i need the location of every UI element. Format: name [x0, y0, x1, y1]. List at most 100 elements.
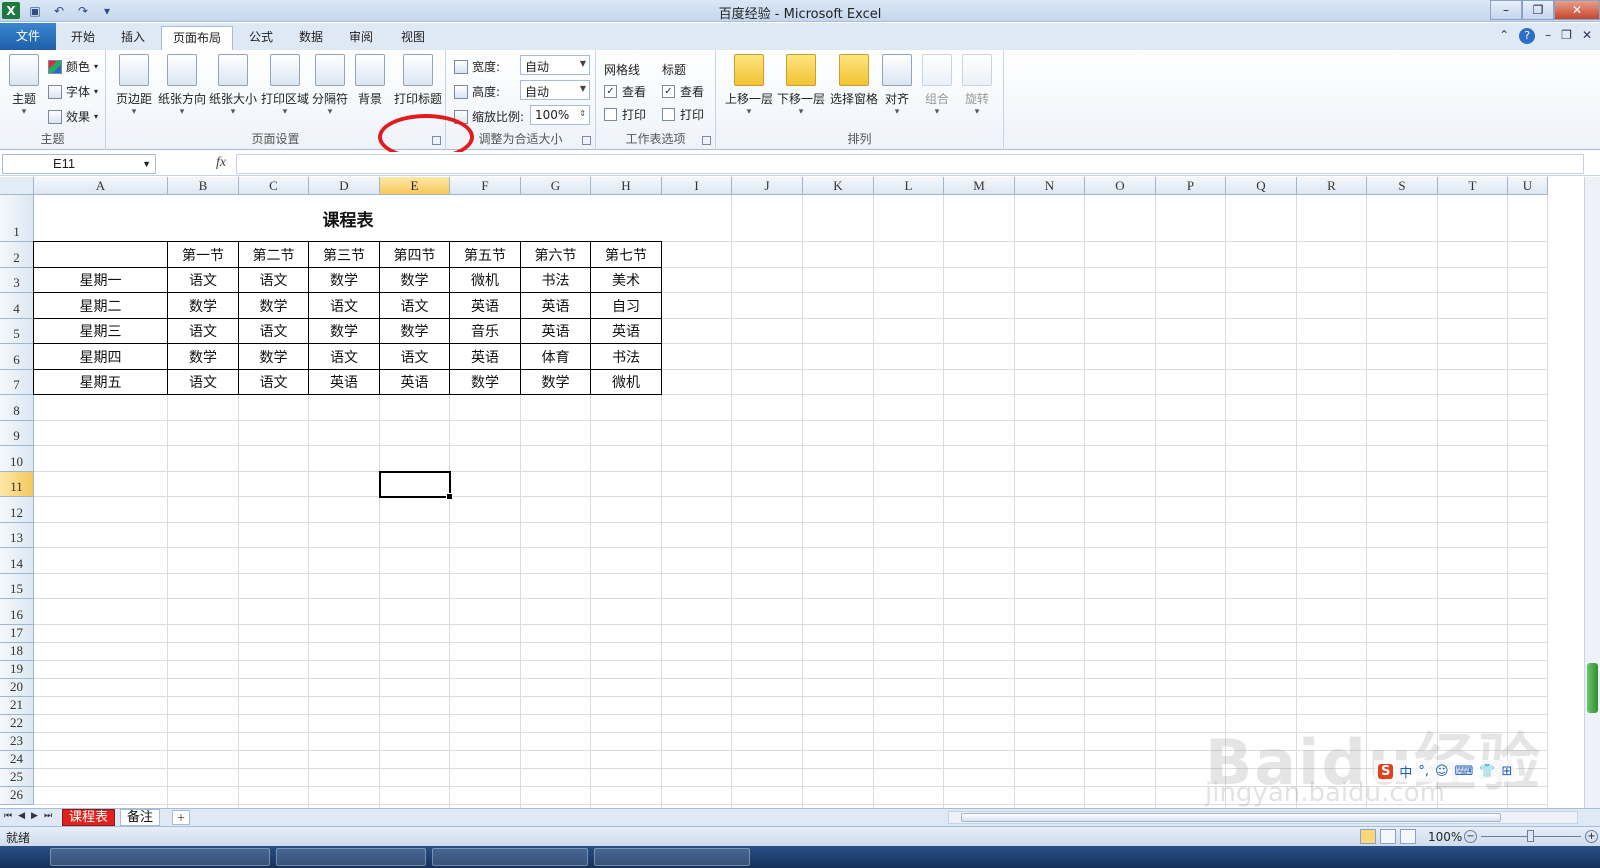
page-break-view-icon[interactable] [1400, 829, 1416, 844]
row-header-3[interactable]: 3 [0, 268, 34, 293]
first-sheet-icon[interactable]: ⏮ [4, 811, 12, 821]
headings-view-checkbox[interactable]: ✓ 查看 [662, 83, 704, 100]
column-title-cell[interactable]: 第二节 [239, 242, 309, 268]
name-box[interactable]: E11 ▼ [2, 154, 156, 174]
weekday-cell[interactable]: 星期二 [34, 293, 168, 319]
row-header-20[interactable]: 20 [0, 679, 34, 697]
vertical-scroll-thumb[interactable] [1587, 663, 1598, 713]
sogou-ime-icon[interactable]: S [1378, 763, 1394, 779]
headings-print-checkbox[interactable]: 打印 [662, 106, 704, 123]
column-header-h[interactable]: H [591, 177, 662, 195]
row-header-9[interactable]: 9 [0, 421, 34, 446]
column-header-u[interactable]: U [1508, 177, 1548, 195]
row-header-13[interactable]: 13 [0, 523, 34, 548]
ime-item[interactable]: 中 [1399, 762, 1412, 781]
column-title-cell[interactable]: 第五节 [450, 242, 521, 268]
course-cell[interactable]: 书法 [521, 268, 591, 293]
course-cell[interactable]: 体育 [521, 344, 591, 370]
ime-item[interactable]: ⌨ [1455, 764, 1474, 779]
row-header-6[interactable]: 6 [0, 344, 34, 370]
height-select[interactable]: 自动 ▼ [520, 80, 590, 100]
print-titles-button[interactable]: 打印标题 [390, 54, 446, 107]
weekday-cell[interactable]: 星期四 [34, 344, 168, 370]
course-cell[interactable]: 数学 [380, 268, 450, 293]
column-header-l[interactable]: L [874, 177, 944, 195]
row-header-18[interactable]: 18 [0, 643, 34, 661]
ime-item[interactable]: ⊞ [1502, 764, 1513, 779]
sheet-tab-schedule[interactable]: 课程表 [62, 809, 116, 826]
column-title-cell[interactable]: 第七节 [591, 242, 662, 268]
course-cell[interactable]: 数学 [168, 344, 239, 370]
weekday-cell[interactable]: 星期一 [34, 268, 168, 293]
column-title-cell[interactable]: 第四节 [380, 242, 450, 268]
column-header-p[interactable]: P [1156, 177, 1226, 195]
ime-item[interactable]: °, [1418, 764, 1429, 779]
course-cell[interactable]: 语文 [239, 268, 309, 293]
print-area-button[interactable]: 打印区域 ▾ [258, 54, 312, 117]
column-header-c[interactable]: C [239, 177, 309, 195]
workbook-restore-icon[interactable]: ❐ [1561, 28, 1572, 44]
course-cell[interactable]: 数学 [239, 293, 309, 319]
formula-input[interactable] [236, 154, 1584, 174]
breaks-button[interactable]: 分隔符 ▾ [308, 54, 352, 117]
scale-dialog-launcher-icon[interactable] [582, 136, 591, 145]
column-header-m[interactable]: M [944, 177, 1015, 195]
row-header-12[interactable]: 12 [0, 497, 34, 523]
course-cell[interactable]: 语文 [239, 370, 309, 395]
course-cell[interactable]: 英语 [521, 319, 591, 344]
course-cell[interactable]: 英语 [450, 293, 521, 319]
course-cell[interactable]: 数学 [521, 370, 591, 395]
column-header-q[interactable]: Q [1226, 177, 1297, 195]
page-layout-view-icon[interactable] [1380, 829, 1396, 844]
zoom-out-icon[interactable]: − [1464, 830, 1477, 843]
tab-data[interactable]: 数据 [288, 26, 334, 50]
fonts-button[interactable]: 字体 ▾ [48, 83, 98, 100]
column-header-a[interactable]: A [34, 177, 168, 195]
prev-sheet-icon[interactable]: ◀ [18, 811, 25, 821]
row-header-10[interactable]: 10 [0, 446, 34, 472]
gridlines-print-checkbox[interactable]: 打印 [604, 106, 646, 123]
size-button[interactable]: 纸张大小 ▾ [206, 54, 260, 117]
bring-forward-button[interactable]: 上移一层 ▾ [720, 54, 778, 117]
course-cell[interactable]: 微机 [450, 268, 521, 293]
effects-button[interactable]: 效果 ▾ [48, 108, 98, 125]
row-header-2[interactable]: 2 [0, 242, 34, 268]
last-sheet-icon[interactable]: ⏭ [44, 811, 52, 821]
selection-pane-button[interactable]: 选择窗格 [824, 54, 884, 107]
column-header-o[interactable]: O [1085, 177, 1156, 195]
course-cell[interactable]: 语文 [168, 370, 239, 395]
margins-button[interactable]: 页边距 ▾ [108, 54, 160, 117]
normal-view-icon[interactable] [1360, 829, 1376, 844]
column-title-cell[interactable]: 第六节 [521, 242, 591, 268]
sheet-title-cell[interactable]: 课程表 [34, 195, 662, 242]
orientation-button[interactable]: 纸张方向 ▾ [154, 54, 210, 117]
course-cell[interactable]: 语文 [239, 319, 309, 344]
tab-file[interactable]: 文件 [0, 23, 56, 50]
ime-item[interactable]: 👕 [1479, 764, 1495, 779]
minimize-button[interactable]: – [1490, 0, 1522, 20]
row-header-7[interactable]: 7 [0, 370, 34, 395]
column-header-s[interactable]: S [1367, 177, 1438, 195]
course-cell[interactable]: 语文 [380, 344, 450, 370]
tab-view[interactable]: 视图 [390, 26, 436, 50]
course-cell[interactable]: 语文 [380, 293, 450, 319]
row-header-17[interactable]: 17 [0, 625, 34, 643]
column-header-b[interactable]: B [168, 177, 239, 195]
row-header-4[interactable]: 4 [0, 293, 34, 319]
width-select[interactable]: 自动 ▼ [520, 55, 590, 75]
next-sheet-icon[interactable]: ▶ [31, 811, 38, 821]
taskbar-item[interactable] [50, 848, 270, 866]
row-header-25[interactable]: 25 [0, 769, 34, 787]
tab-page-layout[interactable]: 页面布局 [161, 26, 233, 50]
horizontal-scrollbar[interactable] [948, 811, 1578, 824]
course-cell[interactable]: 美术 [591, 268, 662, 293]
taskbar-item[interactable] [594, 848, 750, 866]
course-cell[interactable]: 语文 [309, 344, 380, 370]
course-cell[interactable]: 数学 [239, 344, 309, 370]
column-header-i[interactable]: I [662, 177, 732, 195]
zoom-in-icon[interactable]: + [1585, 830, 1598, 843]
restore-button[interactable]: ❐ [1522, 0, 1554, 20]
course-cell[interactable]: 数学 [168, 293, 239, 319]
course-cell[interactable]: 自习 [591, 293, 662, 319]
workbook-minimize-icon[interactable]: – [1545, 28, 1551, 44]
